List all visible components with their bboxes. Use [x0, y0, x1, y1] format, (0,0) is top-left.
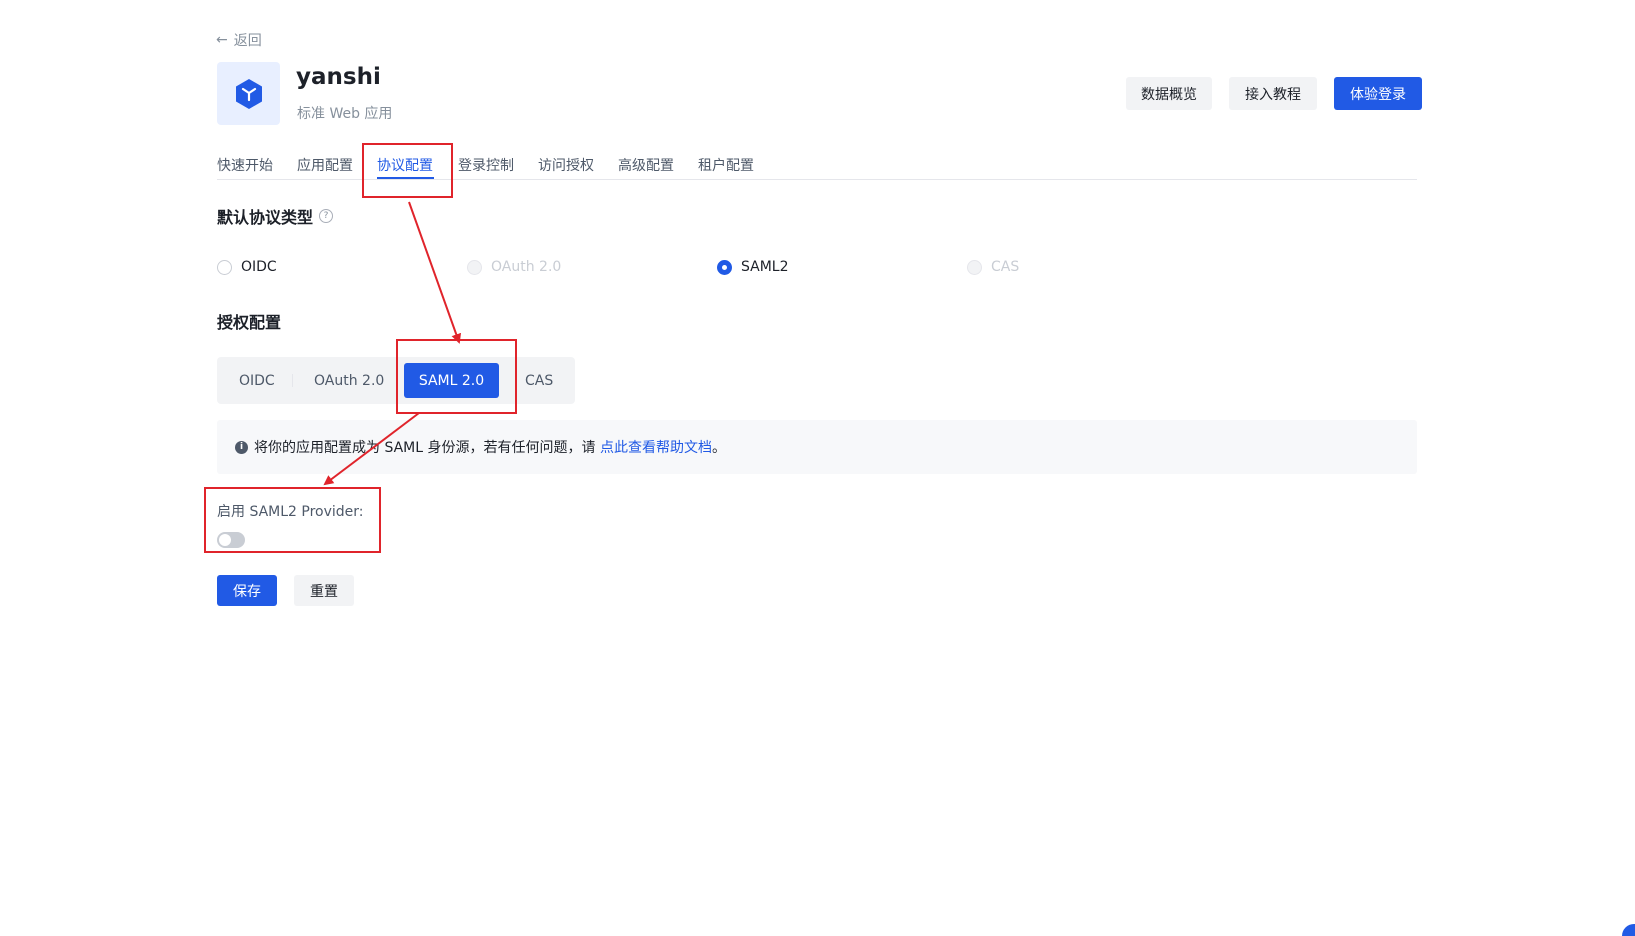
radio-saml2[interactable]: SAML2	[717, 259, 789, 275]
radio-label: SAML2	[741, 259, 789, 275]
radio-oidc[interactable]: OIDC	[217, 259, 277, 275]
annotation-box-tab	[362, 143, 453, 198]
tab-quick-start[interactable]: 快速开始	[217, 155, 273, 175]
back-link[interactable]: ← 返回	[216, 30, 262, 50]
try-login-button[interactable]: 体验登录	[1334, 77, 1422, 110]
radio-circle	[467, 259, 482, 275]
radio-label: OAuth 2.0	[491, 259, 562, 275]
arrow-left-icon: ←	[216, 32, 228, 48]
info-text: 将你的应用配置成为 SAML 身份源，若有任何问题，请	[254, 440, 600, 456]
help-icon[interactable]: ?	[319, 209, 334, 223]
corner-widget[interactable]	[1622, 924, 1635, 936]
auth-config-title-text: 授权配置	[217, 313, 282, 332]
reset-button[interactable]: 重置	[294, 575, 354, 606]
help-doc-link[interactable]: 点此查看帮助文档	[600, 440, 712, 456]
app-logo	[217, 62, 280, 125]
radio-circle[interactable]	[217, 259, 232, 275]
info-icon: i	[235, 440, 248, 454]
save-button[interactable]: 保存	[217, 575, 277, 606]
radio-circle	[967, 259, 982, 275]
segment-oidc[interactable]: OIDC	[239, 357, 275, 404]
annotation-box-provider	[204, 487, 381, 553]
auth-config-title: 授权配置	[217, 309, 281, 333]
data-overview-button[interactable]: 数据概览	[1126, 77, 1212, 110]
annotation-box-segment	[396, 339, 517, 414]
default-protocol-title-text: 默认协议类型	[217, 208, 314, 227]
tutorial-button[interactable]: 接入教程	[1229, 77, 1317, 110]
radio-label: OIDC	[241, 259, 277, 275]
cube-icon	[235, 78, 262, 109]
radio-cas: CAS	[967, 259, 1019, 275]
segment-divider	[292, 374, 293, 387]
radio-circle[interactable]	[717, 259, 732, 275]
tab-access-auth[interactable]: 访问授权	[538, 155, 594, 175]
tab-app-config[interactable]: 应用配置	[297, 155, 353, 175]
app-name: yanshi	[296, 64, 381, 90]
info-alert: i 将你的应用配置成为 SAML 身份源，若有任何问题，请 点此查看帮助文档。	[217, 420, 1417, 474]
annotation-arrow-1	[408, 201, 462, 344]
segment-oauth2[interactable]: OAuth 2.0	[314, 357, 384, 404]
tab-tenant-config[interactable]: 租户配置	[698, 155, 754, 175]
tab-login-control[interactable]: 登录控制	[458, 155, 514, 175]
info-suffix: 。	[711, 440, 726, 456]
segment-cas[interactable]: CAS	[525, 357, 553, 404]
radio-oauth2: OAuth 2.0	[467, 259, 561, 275]
default-protocol-title: 默认协议类型 ?	[217, 204, 334, 228]
back-label: 返回	[233, 33, 262, 49]
radio-label: CAS	[991, 259, 1020, 275]
app-type: 标准 Web 应用	[297, 106, 393, 122]
tab-advanced-config[interactable]: 高级配置	[618, 155, 674, 175]
